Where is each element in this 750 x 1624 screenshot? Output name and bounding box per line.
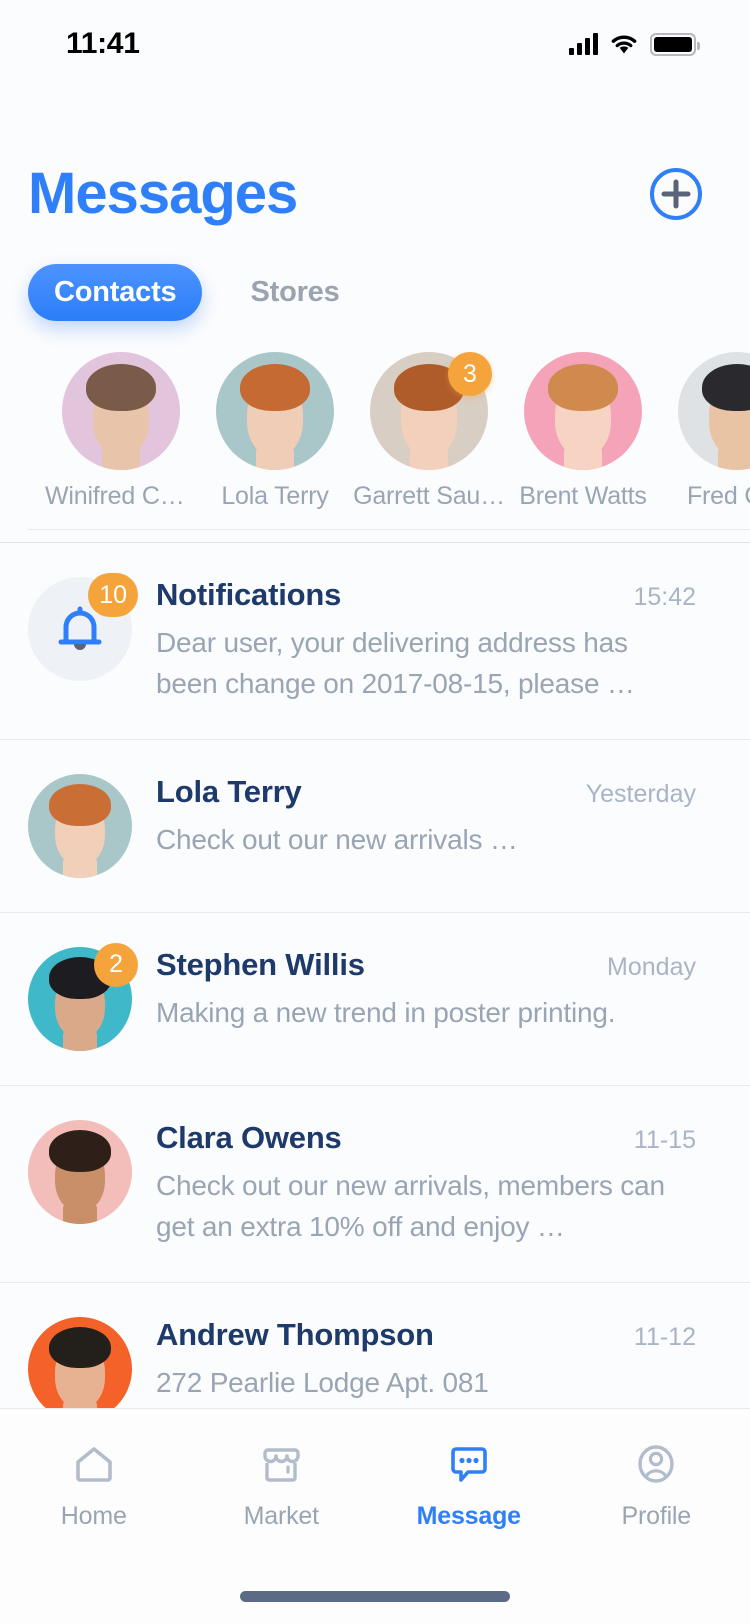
story-item[interactable]: Brent Watts [506,352,660,524]
message-header: Notifications 15:42 [156,577,696,613]
story-avatar-wrap[interactable] [62,352,180,470]
status-time: 11:41 [66,27,140,60]
nav-item-message[interactable]: Message [375,1409,563,1559]
contact-name: Clara Owens [156,1119,342,1155]
contacts-story-strip[interactable]: Winifred Co… Lola Terry 3 Garrett Sau… B… [0,352,750,524]
wifi-icon [611,35,637,54]
message-timestamp: 15:42 [633,583,696,611]
avatar[interactable] [678,352,750,470]
tab-stores[interactable]: Stores [224,264,365,321]
message-header: Clara Owens 11-15 [156,1120,696,1156]
avatar-wrap[interactable] [28,1316,132,1421]
message-header: Andrew Thompson 11-12 [156,1317,696,1353]
unread-badge: 3 [448,352,492,396]
message-row[interactable]: 10 Notifications 15:42 Dear user, your d… [0,542,750,739]
avatar-wrap[interactable] [28,1119,132,1224]
contact-name: Lola Terry [156,773,302,809]
user-circle-icon [638,1444,674,1483]
message-body: Andrew Thompson 11-12 272 Pearlie Lodge … [132,1317,696,1421]
nav-item-profile[interactable]: Profile [563,1409,750,1559]
nav-label-message: Message [416,1501,521,1530]
store-icon [263,1447,300,1482]
nav-item-market[interactable]: Market [188,1409,376,1559]
page-header: Messages [0,148,750,240]
nav-item-home[interactable]: Home [0,1409,188,1559]
story-name: Lola Terry [221,482,329,510]
page-title: Messages [28,161,298,226]
avatar[interactable] [28,1119,132,1224]
story-item[interactable]: Fred C… [660,352,750,524]
message-row[interactable]: Lola Terry Yesterday Check out our new a… [0,738,750,912]
story-name: Brent Watts [519,482,647,510]
message-timestamp: Monday [607,952,696,981]
message-preview: Making a new trend in poster printing. [156,996,616,1028]
cellular-bars-icon [569,33,598,55]
story-avatar-wrap[interactable] [678,352,750,470]
bottom-nav-items: Home Market Message Profile [0,1409,750,1559]
message-timestamp: 11-15 [633,1125,696,1154]
story-avatar-wrap[interactable]: 3 [370,352,492,470]
story-name: Garrett Sau… [353,482,505,510]
avatar[interactable] [28,773,132,878]
nav-label-market: Market [243,1501,319,1530]
story-item[interactable]: 3 Garrett Sau… [352,352,506,524]
message-header: Stephen Willis Monday [156,947,696,983]
avatar[interactable] [524,352,642,470]
bottom-navigation: Home Market Message Profile [0,1408,750,1624]
story-avatar-wrap[interactable] [524,352,642,470]
stories-divider [28,529,750,530]
message-preview: Check out our new arrivals … [156,823,518,855]
story-name: Winifred Co… [45,482,197,510]
nav-label-profile: Profile [621,1501,692,1530]
message-header: Lola Terry Yesterday [156,774,696,810]
contact-name: Notifications [156,577,342,612]
message-row[interactable]: 2 Stephen Willis Monday Making a new tre… [0,911,750,1085]
contact-name: Stephen Willis [156,946,365,982]
message-body: Notifications 15:42 Dear user, your deli… [132,577,696,705]
avatar-wrap[interactable]: 10 [28,573,138,681]
plus-circle-icon[interactable] [648,166,704,222]
story-avatar-wrap[interactable] [216,352,334,470]
message-body: Clara Owens 11-15 Check out our new arri… [132,1120,696,1248]
story-item[interactable]: Lola Terry [198,352,352,524]
nav-label-home: Home [60,1501,127,1530]
avatar[interactable] [216,352,334,470]
home-icon [75,1446,112,1482]
message-body: Stephen Willis Monday Making a new trend… [132,947,696,1051]
avatar[interactable] [62,352,180,470]
contact-name: Andrew Thompson [156,1316,434,1352]
unread-badge: 2 [94,942,138,987]
status-icons [569,32,700,56]
battery-full-icon [650,32,700,56]
tab-contacts[interactable]: Contacts [28,264,203,321]
message-body: Lola Terry Yesterday Check out our new a… [132,774,696,878]
message-timestamp: 11-12 [633,1322,696,1351]
segment-tabs: Contacts Stores [28,264,366,321]
status-bar: 11:41 [0,0,750,88]
home-indicator [240,1591,510,1602]
message-timestamp: Yesterday [585,779,696,808]
message-list: 10 Notifications 15:42 Dear user, your d… [0,542,750,1455]
message-preview: Check out our new arrivals, members can … [156,1169,665,1242]
story-name: Fred C… [686,482,750,510]
phone-screen: 11:41 Messages Contacts Stores Winifred … [0,0,750,1624]
story-item[interactable]: Winifred Co… [44,352,198,524]
unread-badge: 10 [88,573,138,617]
chat-bubble-icon [450,1446,487,1482]
avatar[interactable] [28,1316,132,1421]
message-preview: Dear user, your delivering address has b… [156,627,635,699]
message-preview: 272 Pearlie Lodge Apt. 081 [156,1366,489,1398]
avatar-wrap[interactable] [28,773,132,878]
avatar-wrap[interactable]: 2 [28,942,138,1051]
message-row[interactable]: Clara Owens 11-15 Check out our new arri… [0,1084,750,1282]
